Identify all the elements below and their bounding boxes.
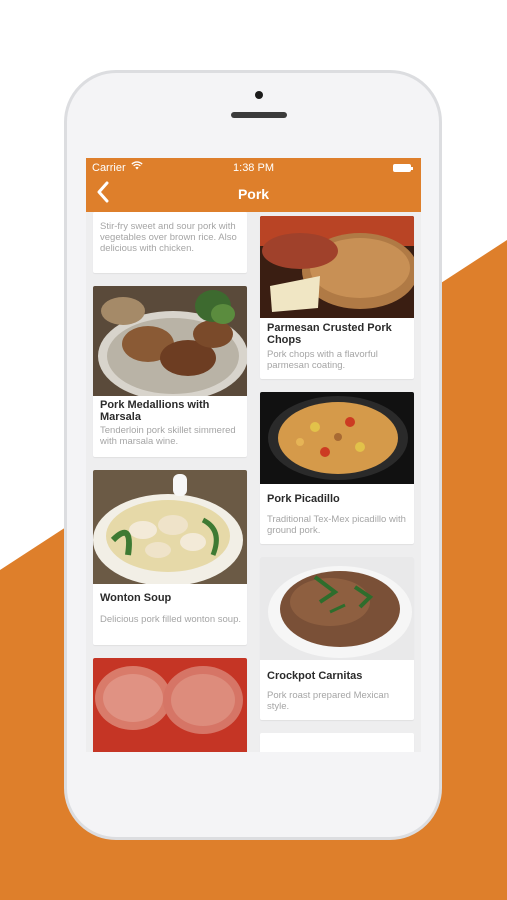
recipe-card-crockpot-carnitas[interactable]: Crockpot Carnitas Pork roast prepared Me…: [260, 557, 414, 720]
recipe-card-ground-pork[interactable]: [93, 658, 247, 752]
page-title: Pork: [237, 186, 270, 202]
recipe-description: Traditional Tex-Mex picadillo with groun…: [267, 514, 406, 536]
recipe-image: [260, 557, 414, 660]
app-screen: Carrier 1:38 PM Pork Stir-fry sweet and …: [86, 158, 421, 752]
status-bar: Carrier 1:38 PM: [86, 158, 421, 178]
recipe-card-wonton-soup[interactable]: Wonton Soup Delicious pork filled wonton…: [93, 470, 247, 645]
recipe-description: Tenderloin pork skillet simmered with ma…: [100, 425, 236, 447]
recipe-image: [93, 470, 247, 584]
navigation-bar: Pork: [86, 178, 421, 212]
recipe-description: Pork chops with a flavorful parmesan coa…: [267, 349, 378, 371]
recipe-card-pork-medallions[interactable]: Pork Medallions with Marsala Tenderloin …: [93, 286, 247, 457]
recipe-title: Pork Picadillo: [267, 493, 340, 505]
recipe-title: Parmesan Crusted Pork Chops: [267, 322, 392, 346]
battery-icon: [393, 164, 413, 172]
recipe-card-partial[interactable]: [260, 733, 414, 752]
camera-dot: [255, 91, 263, 99]
status-time: 1:38 PM: [233, 162, 274, 174]
recipe-card-pork-picadillo[interactable]: Pork Picadillo Traditional Tex-Mex picad…: [260, 392, 414, 544]
recipe-card-parmesan-pork-chops[interactable]: Parmesan Crusted Pork Chops Pork chops w…: [260, 216, 414, 379]
recipe-description: Delicious pork filled wonton soup.: [100, 614, 241, 625]
recipe-description: Stir-fry sweet and sour pork with vegeta…: [100, 221, 237, 254]
recipe-image: [260, 392, 414, 484]
speaker-grille: [231, 112, 287, 118]
recipe-description: Pork roast prepared Mexican style.: [267, 690, 389, 712]
recipe-image: [93, 286, 247, 396]
recipe-title: Crockpot Carnitas: [267, 670, 363, 682]
recipe-image: [93, 658, 247, 752]
recipe-title: Pork Medallions with Marsala: [100, 399, 210, 423]
recipe-title: Wonton Soup: [100, 592, 172, 604]
recipe-image: [260, 216, 414, 318]
recipe-card-sweet-sour-pork[interactable]: Stir-fry sweet and sour pork with vegeta…: [93, 212, 247, 273]
